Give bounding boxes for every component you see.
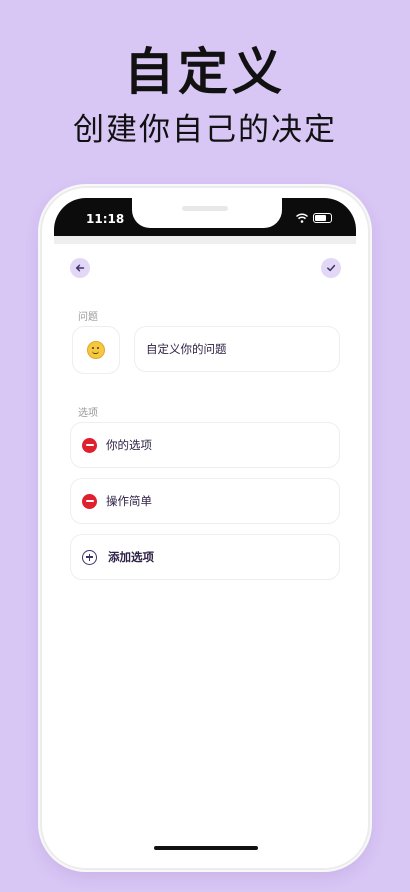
add-option-button[interactable]: 添加选项 xyxy=(70,534,340,580)
status-time: 11:18 xyxy=(86,212,125,226)
screen-divider xyxy=(54,236,356,244)
promo-title: 自定义 xyxy=(124,43,286,101)
wifi-icon xyxy=(296,213,308,223)
battery-icon xyxy=(313,213,332,223)
option-label: 操作简单 xyxy=(106,494,152,508)
question-input[interactable]: 自定义你的问题 xyxy=(134,326,340,372)
option-label: 你的选项 xyxy=(106,438,152,452)
emoji-picker[interactable] xyxy=(72,326,120,374)
add-option-label: 添加选项 xyxy=(108,550,154,564)
confirm-button[interactable] xyxy=(321,258,341,278)
options-section-label: 选项 xyxy=(78,408,98,419)
promo-subtitle: 创建你自己的决定 xyxy=(73,112,337,148)
option-item[interactable]: 你的选项 xyxy=(70,422,340,468)
back-button[interactable] xyxy=(70,258,90,278)
home-indicator xyxy=(154,846,258,850)
smiley-icon xyxy=(87,341,105,359)
phone-side-button xyxy=(369,372,372,446)
status-icons xyxy=(296,213,332,223)
phone-side-button xyxy=(38,352,41,400)
add-circle-icon xyxy=(82,549,97,565)
option-item[interactable]: 操作简单 xyxy=(70,478,340,524)
phone-side-button xyxy=(38,414,41,462)
arrow-left-icon xyxy=(75,264,85,272)
question-section-label: 问题 xyxy=(78,312,98,323)
notch xyxy=(132,198,282,228)
phone-frame: 11:18 问题 自定义你的问题 选项 你的选项 操作简单 添加选项 xyxy=(42,188,368,868)
speaker-grille xyxy=(182,206,228,211)
phone-side-button xyxy=(38,300,41,326)
remove-option-icon[interactable] xyxy=(82,437,97,453)
status-bar: 11:18 xyxy=(54,198,356,236)
checkmark-icon xyxy=(327,264,336,272)
remove-option-icon[interactable] xyxy=(82,493,97,509)
question-text: 自定义你的问题 xyxy=(146,342,227,356)
